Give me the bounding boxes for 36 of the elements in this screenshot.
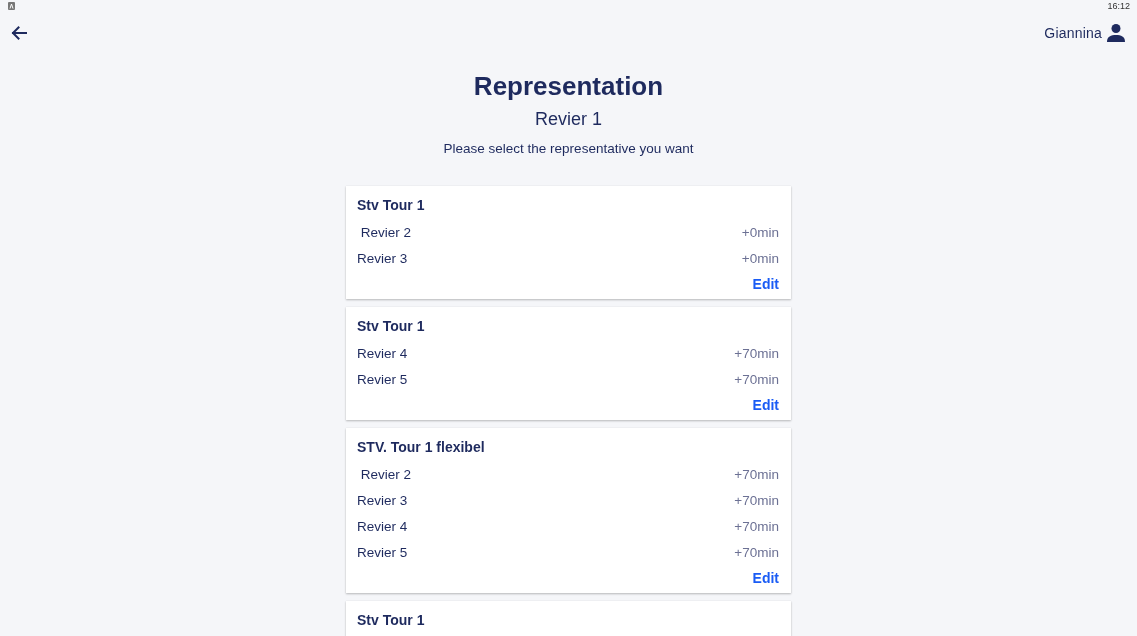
page-title: Representation — [473, 70, 664, 102]
area-name: Revier 3 — [357, 250, 408, 266]
card-title: Stv Tour 1 — [357, 317, 425, 336]
card-title: Stv Tour 1 — [357, 196, 425, 215]
time-offset: +70min — [734, 466, 779, 482]
status-bar-icon — [8, 2, 15, 10]
area-name: Revier 3 — [357, 492, 408, 508]
time-offset: +70min — [734, 371, 779, 387]
back-arrow-icon — [11, 26, 27, 40]
edit-link[interactable]: Edit — [752, 397, 779, 413]
area-name: Revier 4 — [357, 345, 408, 361]
status-time: 16:12 — [1107, 0, 1130, 12]
time-offset: +70min — [734, 518, 779, 534]
area-name: Revier 2 — [359, 224, 412, 240]
page-subtitle: Revier 1 — [535, 108, 602, 131]
time-offset: +0min — [741, 250, 779, 266]
person-icon[interactable] — [1107, 24, 1125, 42]
edit-link[interactable]: Edit — [752, 570, 779, 586]
card-title: Stv Tour 1 — [357, 611, 425, 630]
representative-card[interactable]: Stv Tour 1 Revier 2 +0min Revier 3 +0min Edit — [346, 186, 791, 299]
area-name: Revier 4 — [357, 518, 408, 534]
card-title: STV. Tour 1 flexibel — [357, 438, 485, 457]
time-offset: +70min — [734, 544, 779, 560]
area-name: Revier 2 — [359, 466, 412, 482]
edit-link[interactable]: Edit — [752, 276, 779, 292]
area-name: Revier 5 — [357, 371, 408, 387]
representative-card[interactable]: STV. Tour 1 flexibel Revier 2 +70min Revier 3 +70min Revier 4 +70min Revier 5 +70min Edit — [346, 428, 791, 593]
user-name: Giannina — [1044, 25, 1102, 41]
time-offset: +0min — [741, 224, 779, 240]
back-button[interactable] — [11, 26, 27, 40]
area-name: Revier 5 — [357, 544, 408, 560]
time-offset: +70min — [734, 345, 779, 361]
representative-card[interactable]: Stv Tour 1 — [346, 601, 791, 636]
instruction-text: Please select the representative you want — [443, 140, 694, 158]
representative-card[interactable]: Stv Tour 1 Revier 4 +70min Revier 5 +70min Edit — [346, 307, 791, 420]
time-offset: +70min — [734, 492, 779, 508]
